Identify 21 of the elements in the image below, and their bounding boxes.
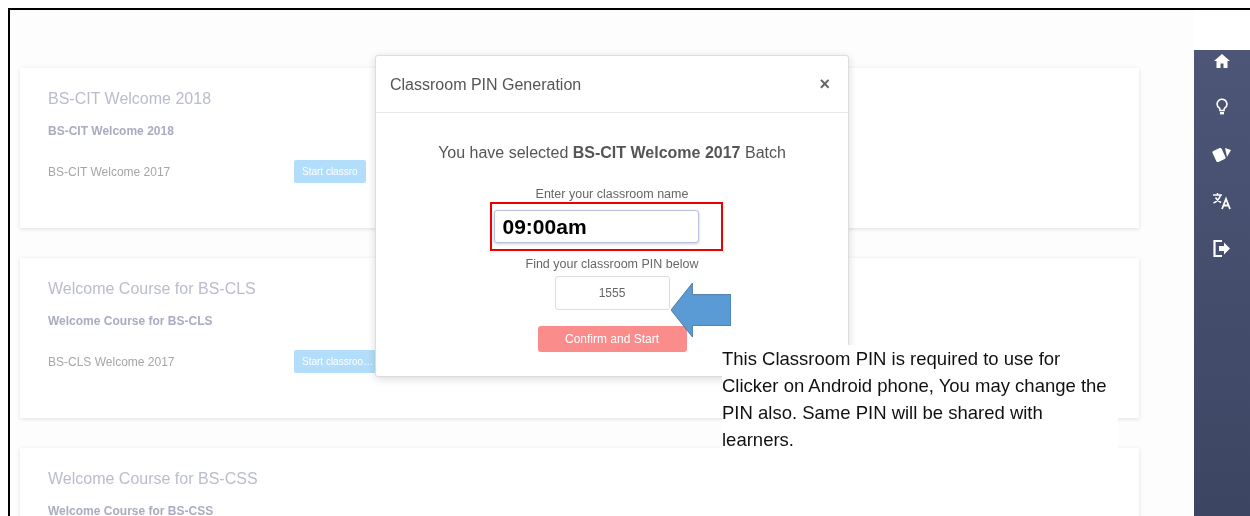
course-subtitle: BS-CIT Welcome 2018 bbox=[48, 124, 174, 138]
home-icon[interactable] bbox=[1214, 54, 1230, 68]
course-title: Welcome Course for BS-CLS bbox=[48, 280, 256, 298]
selected-batch-message: You have selected BS-CIT Welcome 2017 Batch bbox=[438, 144, 786, 162]
arrow-icon bbox=[671, 283, 731, 337]
batch-name: BS-CIT Welcome 2017 bbox=[48, 164, 172, 179]
course-subtitle: Welcome Course for BS-CSS bbox=[48, 504, 214, 516]
classroom-name-field[interactable]: 09:00am bbox=[493, 210, 699, 243]
course-title: BS-CIT Welcome 2018 bbox=[48, 90, 212, 108]
batch-name: BS-CLS Welcome 2017 bbox=[48, 354, 176, 369]
course-title: Welcome Course for BS-CSS bbox=[48, 470, 258, 488]
logout-icon[interactable] bbox=[1213, 240, 1231, 257]
pin-field[interactable]: 1555 bbox=[554, 276, 670, 310]
cards-icon[interactable] bbox=[1212, 145, 1232, 162]
course-subtitle: Welcome Course for BS-CLS bbox=[48, 314, 213, 328]
close-button[interactable]: × bbox=[815, 74, 834, 95]
classroom-name-label: Enter your classroom name bbox=[535, 187, 689, 201]
translate-icon[interactable] bbox=[1212, 192, 1232, 210]
lightbulb-icon[interactable] bbox=[1216, 98, 1228, 115]
dialog-title: Classroom PIN Generation bbox=[390, 75, 582, 94]
pin-label: Find your classroom PIN below bbox=[525, 257, 699, 271]
